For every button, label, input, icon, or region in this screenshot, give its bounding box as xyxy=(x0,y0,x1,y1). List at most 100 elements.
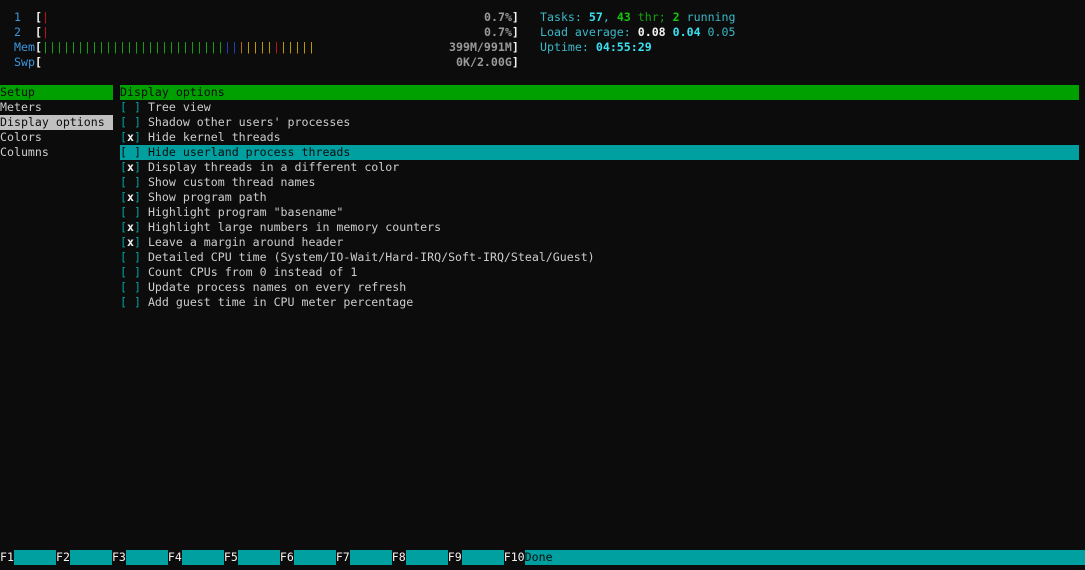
sidebar-item-meters[interactable]: Meters xyxy=(0,100,42,115)
swp-meter: Swp[ xyxy=(14,55,42,69)
swp-value: 0K/2.00G] xyxy=(456,55,519,69)
option-row[interactable]: [ ] Hide userland process threads xyxy=(120,145,1079,160)
mem-bar-segment: | xyxy=(279,40,287,54)
checkbox[interactable]: [x] xyxy=(120,235,141,249)
mem-bar-segment: | xyxy=(153,40,161,54)
mem-bar-segment: | xyxy=(174,40,182,54)
option-label: Leave a margin around header xyxy=(147,235,344,249)
function-key-bar: F1 F2 F3 F4 F5 F6 F7 F8 F9 F10 Done xyxy=(0,550,1085,565)
fkey-label[interactable] xyxy=(13,550,56,565)
mem-bar-segment: | xyxy=(132,40,140,54)
fkey-label[interactable] xyxy=(69,550,112,565)
mem-bar-segment: | xyxy=(125,40,133,54)
checkbox[interactable]: [ ] xyxy=(120,115,141,129)
checkbox[interactable]: [ ] xyxy=(120,145,141,159)
mem-value: 399M/991M] xyxy=(449,40,519,54)
mem-bar-segment: | xyxy=(167,40,175,54)
fkey-label[interactable] xyxy=(237,550,280,565)
fkey-label[interactable] xyxy=(293,550,336,565)
option-label: Shadow other users' processes xyxy=(147,115,351,129)
mem-bar-segment: | xyxy=(48,40,56,54)
option-row[interactable]: [x] Show program path xyxy=(120,190,267,205)
fkey-label[interactable] xyxy=(181,550,224,565)
fkey-f3[interactable]: F3 xyxy=(112,550,126,565)
fkey-label[interactable]: Done xyxy=(524,550,1085,565)
option-row[interactable]: [ ] Update process names on every refres… xyxy=(120,280,406,295)
option-row[interactable]: [ ] Show custom thread names xyxy=(120,175,315,190)
option-label: Count CPUs from 0 instead of 1 xyxy=(147,265,358,279)
option-row[interactable]: [ ] Count CPUs from 0 instead of 1 xyxy=(120,265,357,280)
mem-bar-segment: | xyxy=(244,40,252,54)
checkbox[interactable]: [x] xyxy=(120,160,141,174)
cpu2-label: 2 xyxy=(14,25,21,39)
checkbox[interactable]: [ ] xyxy=(120,280,141,294)
display-options-header: Display options xyxy=(120,85,1079,100)
mem-label: Mem xyxy=(14,40,35,54)
mem-bar-segment: | xyxy=(230,40,238,54)
cpu1-label: 1 xyxy=(14,10,21,24)
option-label: Show program path xyxy=(147,190,267,204)
fkey-f8[interactable]: F8 xyxy=(392,550,406,565)
option-row[interactable]: [x] Highlight large numbers in memory co… xyxy=(120,220,441,235)
option-label: Update process names on every refresh xyxy=(147,280,407,294)
mem-bar-segment: | xyxy=(300,40,308,54)
mem-bar-segment: | xyxy=(139,40,147,54)
option-row[interactable]: [ ] Detailed CPU time (System/IO-Wait/Ha… xyxy=(120,250,595,265)
mem-bar-segment: | xyxy=(69,40,77,54)
mem-bar-segment: | xyxy=(90,40,98,54)
checkbox[interactable]: [ ] xyxy=(120,265,141,279)
tasks-meter: Tasks: 57, 43 thr; 2 running xyxy=(540,10,736,24)
option-row[interactable]: [ ] Add guest time in CPU meter percenta… xyxy=(120,295,413,310)
mem-bar-segment: | xyxy=(216,40,224,54)
bracket-open: [| xyxy=(35,25,49,39)
fkey-f9[interactable]: F9 xyxy=(448,550,462,565)
fkey-f1[interactable]: F1 xyxy=(0,550,14,565)
mem-bar-segment: | xyxy=(188,40,196,54)
mem-bar-segment: | xyxy=(286,40,294,54)
fkey-f6[interactable]: F6 xyxy=(280,550,294,565)
option-label: Detailed CPU time (System/IO-Wait/Hard-I… xyxy=(147,250,595,264)
fkey-label[interactable] xyxy=(125,550,168,565)
option-label: Add guest time in CPU meter percentage xyxy=(147,295,414,309)
checkbox[interactable]: [ ] xyxy=(120,295,141,309)
sidebar-item-display-options[interactable]: Display options xyxy=(0,115,113,130)
checkbox[interactable]: [x] xyxy=(120,130,141,144)
sidebar-item-colors[interactable]: Colors xyxy=(0,130,42,145)
option-row[interactable]: [x] Hide kernel threads xyxy=(120,130,281,145)
option-row[interactable]: [ ] Shadow other users' processes xyxy=(120,115,350,130)
checkbox[interactable]: [ ] xyxy=(120,100,141,114)
fkey-f4[interactable]: F4 xyxy=(168,550,182,565)
fkey-label[interactable] xyxy=(461,550,504,565)
fkey-label[interactable] xyxy=(405,550,448,565)
checkbox[interactable]: [ ] xyxy=(120,205,141,219)
mem-bar-segment: | xyxy=(118,40,126,54)
mem-bar-segment: | xyxy=(55,40,63,54)
fkey-f7[interactable]: F7 xyxy=(336,550,350,565)
option-label: Tree view xyxy=(147,100,211,114)
checkbox[interactable]: [ ] xyxy=(120,175,141,189)
checkbox[interactable]: [x] xyxy=(120,220,141,234)
fkey-f10[interactable]: F10 xyxy=(504,550,525,565)
mem-bar: ||||||||||||||||||||||||||||||||||||||| xyxy=(42,40,315,54)
option-row[interactable]: [ ] Highlight program "basename" xyxy=(120,205,343,220)
fkey-f2[interactable]: F2 xyxy=(56,550,70,565)
fkey-f5[interactable]: F5 xyxy=(224,550,238,565)
cpu1-value: 0.7%] xyxy=(484,10,519,24)
option-row[interactable]: [x] Display threads in a different color xyxy=(120,160,399,175)
mem-bar-segment: | xyxy=(223,40,231,54)
fkey-label[interactable] xyxy=(349,550,392,565)
option-row[interactable]: [ ] Tree view xyxy=(120,100,211,115)
mem-bar-segment: | xyxy=(97,40,105,54)
bracket-open: [| xyxy=(35,10,49,24)
checkbox[interactable]: [ ] xyxy=(120,250,141,264)
mem-bar-segment: | xyxy=(202,40,210,54)
option-label: Highlight program "basename" xyxy=(147,205,344,219)
checkbox[interactable]: [x] xyxy=(120,190,141,204)
option-label: Hide userland process threads xyxy=(147,145,351,159)
option-label: Show custom thread names xyxy=(147,175,316,189)
option-row[interactable]: [x] Leave a margin around header xyxy=(120,235,343,250)
mem-bar-segment: | xyxy=(293,40,301,54)
uptime-meter: Uptime: 04:55:29 xyxy=(540,40,652,54)
sidebar-item-columns[interactable]: Columns xyxy=(0,145,49,160)
mem-bar-segment: | xyxy=(272,40,280,54)
